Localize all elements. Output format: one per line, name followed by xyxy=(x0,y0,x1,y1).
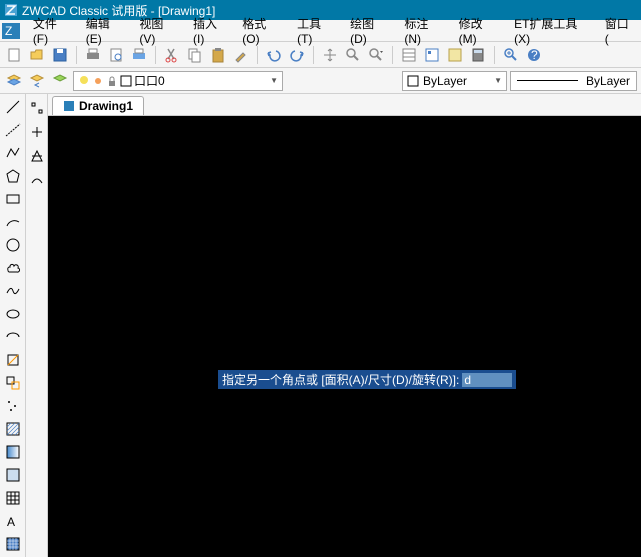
osnap-icon-4[interactable] xyxy=(27,170,47,190)
zoom-dropdown-icon[interactable] xyxy=(366,45,386,65)
design-center-icon[interactable] xyxy=(422,45,442,65)
rectangle-icon[interactable] xyxy=(3,190,23,209)
menu-modify[interactable]: 修改(M) xyxy=(451,13,507,48)
menu-draw[interactable]: 绘图(D) xyxy=(342,13,396,48)
new-icon[interactable] xyxy=(4,45,24,65)
app-icon xyxy=(4,3,18,17)
layer-toolbar: 口口0 ▼ ByLayer ▼ ByLayer xyxy=(0,68,641,94)
open-icon[interactable] xyxy=(27,45,47,65)
polyline-icon[interactable] xyxy=(3,144,23,163)
menubar: Z 文件(F) 编辑(E) 视图(V) 插入(I) 格式(O) 工具(T) 绘图… xyxy=(0,20,641,42)
insert-block-icon[interactable] xyxy=(3,350,23,369)
redo-icon[interactable] xyxy=(287,45,307,65)
save-icon[interactable] xyxy=(50,45,70,65)
menu-ettools[interactable]: ET扩展工具(X) xyxy=(506,13,597,48)
menu-window[interactable]: 窗口( xyxy=(597,13,639,48)
svg-text:?: ? xyxy=(531,48,538,62)
match-properties-icon[interactable] xyxy=(231,45,251,65)
zoom-realtime-icon[interactable] xyxy=(343,45,363,65)
zoom-window-icon[interactable] xyxy=(501,45,521,65)
osnap-icon-1[interactable] xyxy=(27,98,47,118)
paste-icon[interactable] xyxy=(208,45,228,65)
separator xyxy=(392,46,393,64)
layer-states-icon[interactable] xyxy=(50,71,70,91)
linetype-combo[interactable]: ByLayer xyxy=(510,71,637,91)
bylayer-text: ByLayer xyxy=(423,74,467,88)
menu-edit[interactable]: 编辑(E) xyxy=(78,13,132,48)
layer-previous-icon[interactable] xyxy=(27,71,47,91)
separator xyxy=(155,46,156,64)
drawing-canvas[interactable]: 指定另一个角点或 [面积(A)/尺寸(D)/旋转(R)]: d xyxy=(48,116,641,557)
color-swatch-icon xyxy=(120,75,132,87)
linetype-text: ByLayer xyxy=(586,74,630,88)
help-icon[interactable]: ? xyxy=(524,45,544,65)
construction-line-icon[interactable] xyxy=(3,121,23,140)
menu-format[interactable]: 格式(O) xyxy=(234,13,289,48)
hatch-icon[interactable] xyxy=(3,419,23,438)
bylayer-color-combo[interactable]: ByLayer ▼ xyxy=(402,71,507,91)
circle-icon[interactable] xyxy=(3,236,23,255)
menu-view[interactable]: 视图(V) xyxy=(131,13,185,48)
app-logo-icon[interactable]: Z xyxy=(2,22,21,40)
workspace: A Drawing1 指定另一个角点或 [面积(A)/尺寸(D)/旋转(R)]:… xyxy=(0,94,641,557)
ellipse-icon[interactable] xyxy=(3,305,23,324)
svg-text:Z: Z xyxy=(5,24,12,38)
svg-text:A: A xyxy=(7,515,15,529)
doc-icon xyxy=(63,100,75,112)
print-icon[interactable] xyxy=(83,45,103,65)
arc-icon[interactable] xyxy=(3,213,23,232)
layer-combo[interactable]: 口口0 ▼ xyxy=(73,71,283,91)
sun-icon xyxy=(92,75,104,87)
cut-icon[interactable] xyxy=(162,45,182,65)
tab-drawing1[interactable]: Drawing1 xyxy=(52,96,144,115)
main-area: Drawing1 指定另一个角点或 [面积(A)/尺寸(D)/旋转(R)]: d xyxy=(48,94,641,557)
color-swatch-icon xyxy=(407,75,419,87)
modify-toolbar xyxy=(26,94,48,557)
draw-toolbar: A xyxy=(0,94,26,557)
menu-insert[interactable]: 插入(I) xyxy=(185,13,234,48)
calculator-icon[interactable] xyxy=(468,45,488,65)
separator xyxy=(494,46,495,64)
layer-manager-icon[interactable] xyxy=(4,71,24,91)
prompt-text: 指定另一个角点或 [面积(A)/尺寸(D)/旋转(R)]: xyxy=(222,371,459,388)
line-preview xyxy=(517,80,578,81)
print-preview-icon[interactable] xyxy=(106,45,126,65)
undo-icon[interactable] xyxy=(264,45,284,65)
lock-icon xyxy=(106,75,118,87)
properties-icon[interactable] xyxy=(399,45,419,65)
revcloud-icon[interactable] xyxy=(3,259,23,278)
mtext-icon[interactable]: A xyxy=(3,511,23,530)
make-block-icon[interactable] xyxy=(3,373,23,392)
layer-combo-text: 口口0 xyxy=(134,72,165,89)
separator xyxy=(313,46,314,64)
command-prompt: 指定另一个角点或 [面积(A)/尺寸(D)/旋转(R)]: d xyxy=(218,370,516,389)
polygon-icon[interactable] xyxy=(3,167,23,186)
bulb-icon xyxy=(78,75,90,87)
tool-palettes-icon[interactable] xyxy=(445,45,465,65)
separator xyxy=(76,46,77,64)
osnap-icon-3[interactable] xyxy=(27,146,47,166)
chevron-down-icon: ▼ xyxy=(494,76,502,85)
point-icon[interactable] xyxy=(3,396,23,415)
chevron-down-icon: ▼ xyxy=(270,76,278,85)
menu-tools[interactable]: 工具(T) xyxy=(289,13,342,48)
prompt-input[interactable]: d xyxy=(462,373,512,387)
pan-icon[interactable] xyxy=(320,45,340,65)
gradient-icon[interactable] xyxy=(3,442,23,461)
table-icon[interactable] xyxy=(3,488,23,507)
document-tabs: Drawing1 xyxy=(48,94,641,116)
separator xyxy=(257,46,258,64)
region-icon[interactable] xyxy=(3,465,23,484)
publish-icon[interactable] xyxy=(129,45,149,65)
ellipse-arc-icon[interactable] xyxy=(3,328,23,347)
tab-label: Drawing1 xyxy=(79,99,133,113)
menu-file[interactable]: 文件(F) xyxy=(25,13,78,48)
copy-icon[interactable] xyxy=(185,45,205,65)
menu-dimension[interactable]: 标注(N) xyxy=(396,13,450,48)
spline-icon[interactable] xyxy=(3,282,23,301)
grid-icon[interactable] xyxy=(3,534,23,553)
osnap-icon-2[interactable] xyxy=(27,122,47,142)
line-icon[interactable] xyxy=(3,98,23,117)
